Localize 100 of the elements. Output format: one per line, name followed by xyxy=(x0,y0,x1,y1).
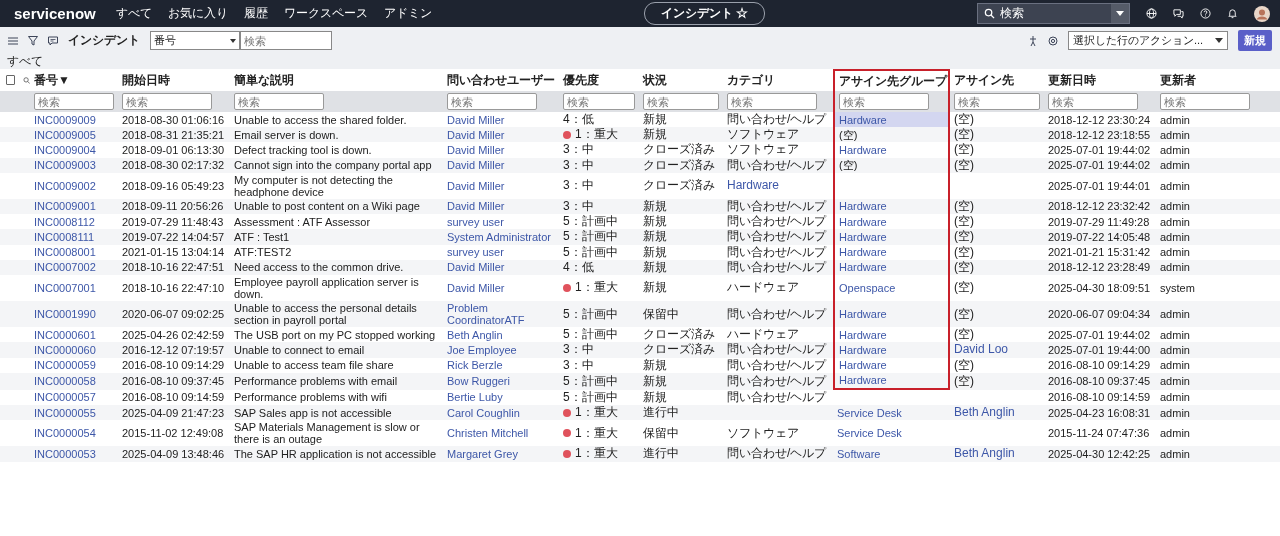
column-filter-field[interactable]: 検索 xyxy=(122,93,212,110)
table-link[interactable]: Hardware xyxy=(833,259,950,275)
column-header[interactable]: 状況 xyxy=(639,69,723,91)
table-cell-text: 進行中 xyxy=(642,405,680,421)
field-select[interactable]: 番号 xyxy=(150,31,240,50)
table-link[interactable]: INC0000057 xyxy=(30,389,118,405)
column-header[interactable]: 更新者 xyxy=(1156,69,1280,91)
column-header[interactable]: アサイン先 xyxy=(950,69,1044,91)
table-link[interactable]: Joe Employee xyxy=(443,342,559,358)
table-link[interactable]: INC0007001 xyxy=(30,274,118,302)
table-link[interactable]: Rick Berzle xyxy=(443,357,559,373)
table-link[interactable]: INC0001990 xyxy=(30,301,118,328)
context-title-button[interactable]: インシデント ☆ xyxy=(643,2,766,25)
table-link[interactable]: INC0008001 xyxy=(30,244,118,260)
table-link[interactable]: Bertie Luby xyxy=(443,389,559,405)
bell-icon[interactable] xyxy=(1227,8,1238,19)
nav-menu-item[interactable]: 履歴 xyxy=(243,5,268,22)
table-link[interactable]: Hardware xyxy=(723,172,833,199)
table-link[interactable]: Service Desk xyxy=(833,420,950,447)
table-link[interactable]: survey user xyxy=(443,214,559,230)
table-link[interactable]: Service Desk xyxy=(833,405,950,421)
avatar-icon[interactable] xyxy=(1254,5,1270,22)
table-link[interactable]: Problem CoordinatorATF xyxy=(443,301,559,328)
globe-icon[interactable] xyxy=(1146,8,1157,19)
table-link[interactable]: INC0009001 xyxy=(30,198,118,215)
column-filter-field[interactable]: 検索 xyxy=(1160,93,1250,110)
column-filter-field[interactable]: 検索 xyxy=(34,93,114,110)
table-link[interactable]: INC0000060 xyxy=(30,342,118,358)
column-filter-field[interactable]: 検索 xyxy=(643,93,719,110)
column-filter-field[interactable]: 検索 xyxy=(727,93,817,110)
table-link[interactable]: INC0009004 xyxy=(30,142,118,158)
column-header[interactable]: 問い合わせユーザー xyxy=(443,69,559,91)
column-filter-field[interactable]: 検索 xyxy=(839,93,929,110)
table-link[interactable]: David Miller xyxy=(443,259,559,275)
table-link[interactable]: Bow Ruggeri xyxy=(443,372,559,390)
table-link[interactable]: INC0000059 xyxy=(30,357,118,373)
table-link[interactable]: INC0009002 xyxy=(30,172,118,199)
table-link[interactable]: Hardware xyxy=(833,112,950,128)
table-link[interactable]: INC0000058 xyxy=(30,372,118,390)
table-link[interactable]: System Administrator xyxy=(443,229,559,245)
table-link[interactable]: Software xyxy=(833,446,950,462)
select-all-checkbox[interactable] xyxy=(6,75,15,85)
column-header[interactable]: カテゴリ xyxy=(723,69,833,91)
table-link[interactable]: David Loo xyxy=(950,342,1044,358)
table-link[interactable]: Beth Anglin xyxy=(950,405,1044,421)
nav-menu-item[interactable]: ワークスペース xyxy=(283,5,368,22)
search-field[interactable]: 検索 xyxy=(240,31,332,50)
help-icon[interactable] xyxy=(1200,8,1211,19)
table-link[interactable]: INC0009003 xyxy=(30,157,118,173)
global-search-field[interactable]: 検索 xyxy=(977,3,1130,24)
table-link[interactable]: David Miller xyxy=(443,142,559,158)
table-link[interactable]: INC0008112 xyxy=(30,214,118,230)
logo[interactable]: servicenow xyxy=(14,5,96,22)
new-button[interactable]: 新規 xyxy=(1238,30,1272,51)
table-link[interactable]: INC0000601 xyxy=(30,327,118,343)
table-link[interactable]: Hardware xyxy=(833,198,950,215)
settings-icon[interactable] xyxy=(1048,35,1058,46)
action-select[interactable]: 選択した行のアクション... xyxy=(1068,31,1228,50)
table-link[interactable]: INC0000053 xyxy=(30,446,118,462)
table-link[interactable]: David Miller xyxy=(443,198,559,215)
nav-menu-item[interactable]: お気に入り xyxy=(167,5,228,22)
table-link[interactable]: David Miller xyxy=(443,112,559,128)
table-link[interactable]: INC0008111 xyxy=(30,229,118,245)
table-link[interactable]: INC0009005 xyxy=(30,127,118,143)
table-link[interactable]: David Miller xyxy=(443,157,559,173)
table-link[interactable]: survey user xyxy=(443,244,559,260)
column-filter-field[interactable]: 検索 xyxy=(234,93,324,110)
table-link[interactable]: Christen Mitchell xyxy=(443,420,559,447)
table-link[interactable]: Hardware xyxy=(833,301,950,328)
column-filter-field[interactable]: 検索 xyxy=(1048,93,1138,110)
column-filter-field[interactable]: 検索 xyxy=(954,93,1040,110)
table-link[interactable]: INC0000055 xyxy=(30,405,118,421)
column-header[interactable]: 開始日時 xyxy=(118,69,230,91)
column-header[interactable]: 番号▼ xyxy=(30,69,118,91)
table-link[interactable]: Beth Anglin xyxy=(443,327,559,343)
table-link[interactable]: INC0009009 xyxy=(30,112,118,128)
table-link[interactable]: David Miller xyxy=(443,172,559,199)
column-header[interactable]: 優先度 xyxy=(559,69,639,91)
message-icon[interactable] xyxy=(48,35,58,46)
table-link[interactable]: Hardware xyxy=(833,229,950,245)
table-cell: 3：中 xyxy=(563,358,594,372)
column-header[interactable]: 簡単な説明 xyxy=(230,69,443,91)
table-link[interactable]: Beth Anglin xyxy=(950,446,1044,462)
table-link[interactable]: Carol Coughlin xyxy=(443,405,559,421)
nav-menu-item[interactable]: アドミン xyxy=(383,5,432,22)
table-link[interactable]: David Miller xyxy=(443,274,559,302)
breadcrumb-link[interactable]: すべて xyxy=(7,54,43,68)
table-link[interactable]: David Miller xyxy=(443,127,559,143)
column-header[interactable]: 更新日時 xyxy=(1044,69,1156,91)
table-link[interactable]: INC0000054 xyxy=(30,420,118,447)
chat-icon[interactable] xyxy=(1173,8,1184,19)
filter-icon[interactable] xyxy=(28,35,38,46)
column-filter-field[interactable]: 検索 xyxy=(563,93,635,110)
column-filter-field[interactable]: 検索 xyxy=(447,93,537,110)
table-link[interactable]: Hardware xyxy=(833,372,950,390)
table-link[interactable]: INC0007002 xyxy=(30,259,118,275)
table-link[interactable]: Hardware xyxy=(833,342,950,358)
nav-menu-item[interactable]: すべて xyxy=(115,5,152,22)
table-link[interactable]: Margaret Grey xyxy=(443,446,559,462)
search-icon[interactable] xyxy=(22,75,30,85)
